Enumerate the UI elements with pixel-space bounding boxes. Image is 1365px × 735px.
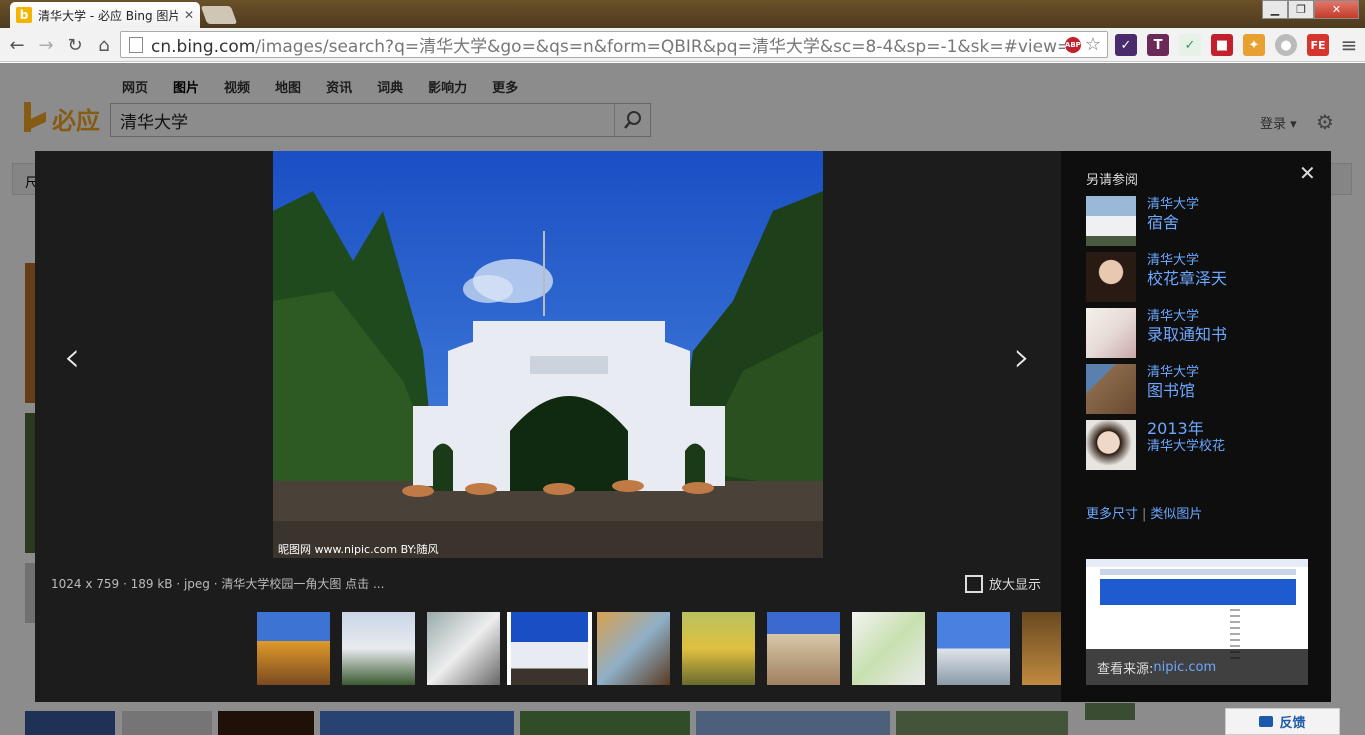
title-bar: b 清华大学 - 必应 Bing 图片 ✕ ▁ ❐ ✕ xyxy=(0,0,1365,28)
related-item[interactable]: 2013年 清华大学校花 xyxy=(1086,420,1316,472)
extension-arrow-icon[interactable]: ✓ xyxy=(1179,34,1201,56)
extension-bowl-icon[interactable]: ✦ xyxy=(1243,34,1265,56)
related-item[interactable]: 清华大学 宿舍 xyxy=(1086,196,1316,248)
menu-icon[interactable]: ≡ xyxy=(1336,32,1362,58)
extension-fe-icon[interactable]: FE xyxy=(1307,34,1329,56)
filmstrip-thumb[interactable] xyxy=(852,612,925,685)
image-watermark: 昵图网 www.nipic.com BY:随风 xyxy=(278,542,438,556)
expand-icon xyxy=(965,574,983,593)
forward-arrow-icon[interactable]: → xyxy=(33,32,59,58)
extension-red-icon[interactable]: ■ xyxy=(1211,34,1233,56)
source-preview[interactable]: 查看来源: nipic.com xyxy=(1086,559,1308,685)
back-arrow-icon[interactable]: ← xyxy=(4,32,30,58)
extension-t-icon[interactable]: T xyxy=(1147,34,1169,56)
adblock-icon[interactable]: ABP xyxy=(1064,36,1081,53)
related-title: 另请参阅 xyxy=(1086,173,1139,188)
home-icon[interactable]: ⌂ xyxy=(91,32,117,58)
source-caption: 查看来源: nipic.com xyxy=(1086,649,1308,685)
minimize-icon[interactable]: ▁ xyxy=(1262,0,1288,19)
new-tab-button[interactable] xyxy=(200,6,238,24)
previous-arrow-icon[interactable]: ‹ xyxy=(57,332,87,381)
feedback-icon xyxy=(1259,716,1274,727)
related-thumb xyxy=(1086,252,1136,302)
related-thumb xyxy=(1086,308,1136,358)
related-thumb xyxy=(1086,196,1136,246)
tab-close-icon[interactable]: ✕ xyxy=(184,8,194,22)
filmstrip-thumb[interactable] xyxy=(342,612,415,685)
reload-icon[interactable]: ↻ xyxy=(62,32,88,58)
page-icon xyxy=(129,36,143,53)
next-arrow-icon[interactable]: › xyxy=(1007,332,1037,381)
maximize-icon[interactable]: ❐ xyxy=(1288,0,1314,19)
filmstrip-thumb[interactable] xyxy=(767,612,840,685)
filmstrip-thumb[interactable] xyxy=(597,612,670,685)
filmstrip-thumb[interactable] xyxy=(257,612,330,685)
related-item[interactable]: 清华大学 校花章泽天 xyxy=(1086,252,1316,304)
filmstrip-thumb[interactable] xyxy=(682,612,755,685)
fullscreen-button[interactable]: 放大显示 xyxy=(965,574,1041,593)
related-thumb xyxy=(1086,364,1136,414)
window-close-icon[interactable]: ✕ xyxy=(1314,0,1359,19)
related-sidebar: 另请参阅 ✕ 清华大学 宿舍 清华大学 校花章泽天 清华大学 录取通知书 清华大学 图书… xyxy=(1061,151,1331,702)
filmstrip-thumb-selected[interactable] xyxy=(507,612,592,685)
bing-favicon-icon: b xyxy=(16,7,32,23)
window-controls: ▁ ❐ ✕ xyxy=(1262,0,1359,19)
related-item[interactable]: 清华大学 录取通知书 xyxy=(1086,308,1316,360)
url-text: cn.bing.com/images/search?q=清华大学&go=&qs=… xyxy=(151,37,1065,57)
related-thumb xyxy=(1086,420,1136,470)
similar-images-link[interactable]: 类似图片 xyxy=(1150,507,1202,522)
browser-toolbar: ← → ↻ ⌂ cn.bing.com/images/search?q=清华大学… xyxy=(0,28,1365,62)
extension-check-icon[interactable]: ✓ xyxy=(1115,34,1137,56)
extension-globe-icon[interactable]: ● xyxy=(1275,34,1297,56)
sidebar-links: 更多尺寸 | 类似图片 xyxy=(1086,507,1203,522)
filmstrip xyxy=(257,612,1061,685)
related-item[interactable]: 清华大学 图书馆 xyxy=(1086,364,1316,416)
main-image[interactable]: 昵图网 www.nipic.com BY:随风 xyxy=(273,151,823,558)
feedback-button[interactable]: 反馈 xyxy=(1225,708,1340,735)
filmstrip-thumb[interactable] xyxy=(1022,612,1061,685)
filmstrip-thumb[interactable] xyxy=(427,612,500,685)
tab-title: 清华大学 - 必应 Bing 图片 xyxy=(38,8,178,23)
source-link[interactable]: nipic.com xyxy=(1153,660,1216,675)
filmstrip-thumb[interactable] xyxy=(937,612,1010,685)
address-bar[interactable]: cn.bing.com/images/search?q=清华大学&go=&qs=… xyxy=(120,31,1108,58)
close-icon[interactable]: ✕ xyxy=(1299,161,1316,185)
more-sizes-link[interactable]: 更多尺寸 xyxy=(1086,507,1138,522)
image-meta: 1024 x 759 · 189 kB · jpeg · 清华大学校园一角大图 … xyxy=(51,577,385,591)
browser-tab[interactable]: b 清华大学 - 必应 Bing 图片 ✕ xyxy=(10,2,200,28)
bookmark-star-icon[interactable]: ☆ xyxy=(1085,34,1101,55)
